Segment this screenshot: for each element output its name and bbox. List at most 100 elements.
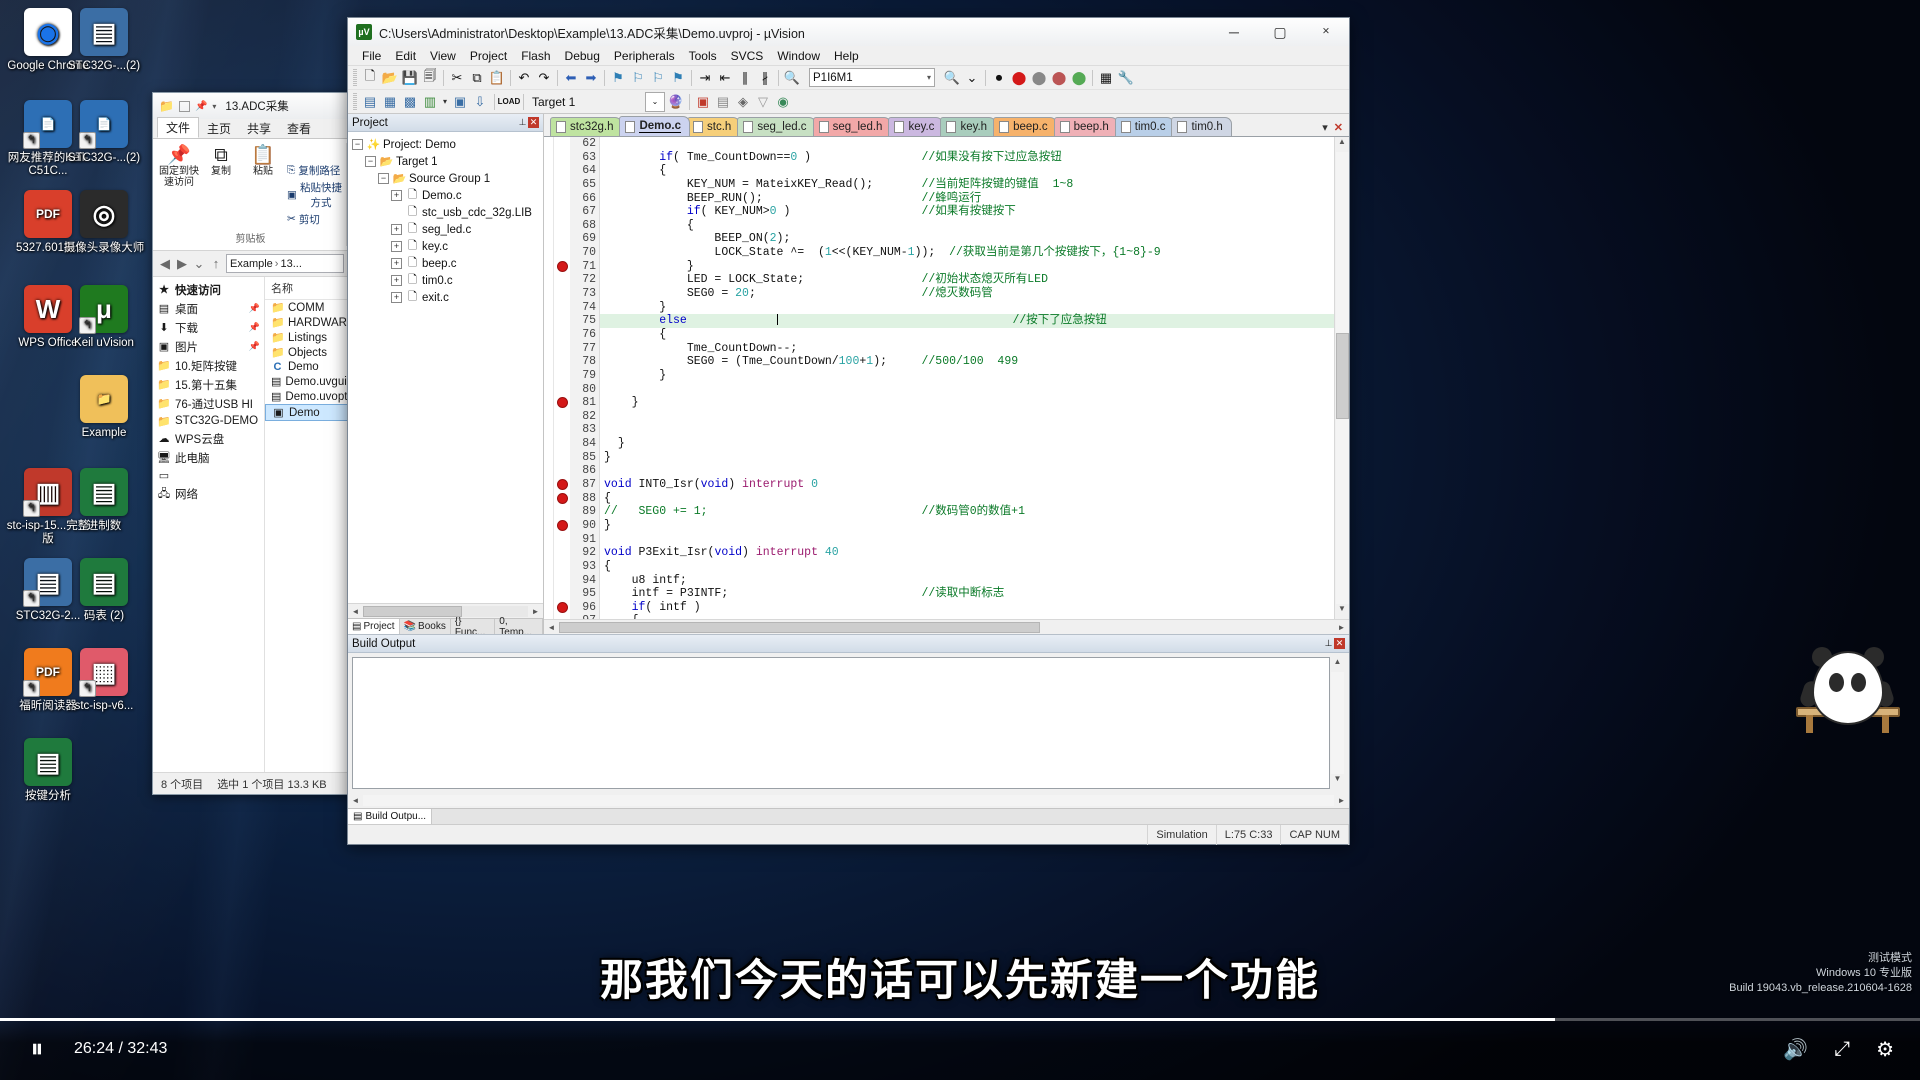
nav-item-3[interactable]: ▣ 图片 📌: [153, 337, 264, 356]
menu-item-view[interactable]: View: [423, 48, 463, 64]
dropdown-icon[interactable]: ▾: [212, 102, 216, 111]
rebuild-all-icon[interactable]: ▩: [400, 92, 420, 112]
hscroll-track[interactable]: [559, 621, 1334, 633]
window-layout-icon[interactable]: ▦: [1096, 68, 1116, 88]
build-output-text[interactable]: [352, 657, 1330, 789]
code-line[interactable]: else //按下了应急按钮: [600, 314, 1334, 328]
code-line[interactable]: [600, 410, 1334, 424]
code-line[interactable]: }: [600, 519, 1334, 533]
find-dropdown-icon[interactable]: ⌄: [962, 68, 982, 88]
explorer-ribbon-tab-0[interactable]: 文件: [157, 117, 200, 138]
desktop-icon-5[interactable]: ◎ 摄像头录像大师: [62, 190, 146, 255]
explorer-ribbon-tab-2[interactable]: 共享: [239, 119, 279, 138]
scroll-left-icon[interactable]: ◄: [348, 607, 363, 616]
file-list-item-4[interactable]: C Demo: [265, 360, 349, 374]
code-line[interactable]: if( intf ): [600, 601, 1334, 615]
code-line[interactable]: [600, 383, 1334, 397]
code-line[interactable]: {: [600, 492, 1334, 506]
tree-expander[interactable]: +: [391, 258, 402, 269]
desktop-icon-10[interactable]: ▤ 进制数: [62, 468, 146, 533]
menu-item-edit[interactable]: Edit: [388, 48, 423, 64]
code-line[interactable]: }: [600, 437, 1334, 451]
project-tree[interactable]: − ✨ Project: Demo − 📂 Target 1− 📂 Source Group …: [348, 132, 543, 603]
nav-item-9[interactable]: 🖥 此电脑: [153, 448, 264, 467]
desktop-icon-14[interactable]: ▦ stc-isp-v6...: [62, 648, 146, 713]
project-panel-tabs[interactable]: ▤ Project 📚 Books{} Func... 0, Temp...: [348, 616, 543, 634]
menu-item-flash[interactable]: Flash: [514, 48, 557, 64]
editor-tab-key-c[interactable]: key.c: [888, 117, 944, 136]
file-list-item-6[interactable]: ▤ Demo.uvopt: [265, 389, 349, 404]
breakpoint-marker[interactable]: [557, 492, 568, 504]
editor-tab-key-h[interactable]: key.h: [940, 117, 997, 136]
back-button[interactable]: ◀: [158, 256, 172, 272]
settings-icon[interactable]: ⚙: [1876, 1037, 1894, 1062]
code-text-area[interactable]: if( Tme_CountDown==0 ) //如果没有按下过应急按钮 { K…: [600, 137, 1334, 619]
desktop-icon-1[interactable]: ▤ STC32G-...(2): [62, 8, 146, 73]
editor-area[interactable]: stc32g.h Demo.c stc.h seg_led.c seg_led.h key…: [544, 114, 1349, 634]
bo-scroll-up-icon[interactable]: ▲: [1334, 657, 1342, 672]
menu-item-debug[interactable]: Debug: [558, 48, 607, 64]
multi-project-icon[interactable]: ▤: [713, 92, 733, 112]
up-button[interactable]: ↑: [209, 256, 223, 271]
code-line[interactable]: {: [600, 614, 1334, 619]
explorer-ribbon-tab-1[interactable]: 主页: [199, 119, 239, 138]
bo-hscroll-right-icon[interactable]: ►: [1334, 796, 1349, 805]
explorer-ribbon[interactable]: 📌 固定到快速访问 ⧉ 复制 📋 粘贴 ⎘ 复制路径 ▣ 粘贴快捷方式 ✂ 剪切 剪贴板: [153, 139, 349, 251]
editor-vscrollbar[interactable]: ▲ ▼: [1334, 137, 1349, 619]
breakpoint-gutter[interactable]: [554, 137, 570, 619]
bo-hscroll-left-icon[interactable]: ◄: [348, 796, 363, 805]
volume-icon[interactable]: 🔊: [1783, 1037, 1808, 1062]
navigate-forward-icon[interactable]: ➡: [581, 68, 601, 88]
maximize-button[interactable]: ▢: [1257, 18, 1303, 46]
source-browse-icon[interactable]: ◈: [733, 92, 753, 112]
video-control-bar[interactable]: ⏸ 26:24 / 32:43 🔊 ⤢ ⚙: [0, 1018, 1920, 1080]
file-list-item-2[interactable]: 📁 Listings: [265, 330, 349, 345]
project-hscrollbar[interactable]: ◄ ►: [348, 603, 543, 618]
nav-item-10[interactable]: ▭: [153, 467, 264, 483]
explorer-ribbon-tab-3[interactable]: 查看: [279, 119, 319, 138]
undo-icon[interactable]: ↶: [514, 68, 534, 88]
editor-tab-seg_led-c[interactable]: seg_led.c: [737, 117, 816, 136]
nav-item-2[interactable]: ⬇ 下载 📌: [153, 318, 264, 337]
scroll-right-icon[interactable]: ►: [528, 607, 543, 616]
forward-button[interactable]: ▶: [175, 256, 189, 272]
comment-icon[interactable]: ∥: [735, 68, 755, 88]
editor-tab-tim0-h[interactable]: tim0.h: [1171, 117, 1232, 136]
code-line[interactable]: [600, 137, 1334, 151]
insert-bp-icon[interactable]: ⬤: [1009, 68, 1029, 88]
menu-item-project[interactable]: Project: [463, 48, 514, 64]
navigate-back-icon[interactable]: ⬅: [561, 68, 581, 88]
file-list-item-0[interactable]: 📁 COMM: [265, 300, 349, 315]
build-icon[interactable]: ▤: [360, 92, 380, 112]
explorer-nav-pane[interactable]: ★ 快速访问 ▤ 桌面 📌 ⬇ 下载 📌 ▣ 图片 📌 📁 10.矩阵按键 📁 15.第十五集 📁 76-通过U…: [153, 277, 265, 772]
scroll-up-icon[interactable]: ▲: [1338, 137, 1346, 152]
clear-bookmarks-icon[interactable]: ⚑: [668, 68, 688, 88]
nav-item-8[interactable]: ☁ WPS云盘: [153, 429, 264, 448]
download-icon[interactable]: ⇩: [470, 92, 490, 112]
minimize-button[interactable]: ─: [1211, 18, 1257, 46]
menu-item-tools[interactable]: Tools: [682, 48, 724, 64]
find-in-files-icon[interactable]: 🔍: [782, 68, 802, 88]
target-options-icon[interactable]: 🔮: [666, 92, 686, 112]
code-line[interactable]: void P3Exit_Isr(void) interrupt 40: [600, 546, 1334, 560]
editor-tab-stc-h[interactable]: stc.h: [687, 117, 741, 136]
file-list-item-3[interactable]: 📁 Objects: [265, 345, 349, 360]
code-line[interactable]: }: [600, 369, 1334, 383]
stop-build-icon[interactable]: ▣: [450, 92, 470, 112]
manage-components-icon[interactable]: ▣: [693, 92, 713, 112]
editor-tab-stc32g-h[interactable]: stc32g.h: [550, 117, 623, 136]
vscroll-track[interactable]: [1335, 152, 1349, 604]
tree-node-7[interactable]: + 🗋 beep.c: [352, 255, 543, 272]
close-icon[interactable]: ✕: [528, 117, 539, 128]
tab-close-icon[interactable]: ✕: [1334, 121, 1343, 134]
breadcrumb-item-0[interactable]: Example: [230, 258, 273, 270]
editor-tab-bar[interactable]: stc32g.h Demo.c stc.h seg_led.c seg_led.h key…: [544, 114, 1349, 136]
editor-tab-tim0-c[interactable]: tim0.c: [1114, 117, 1175, 136]
pin-icon[interactable]: 📌: [249, 341, 260, 352]
batch-build-icon[interactable]: ▥: [420, 92, 440, 112]
scroll-down-icon[interactable]: ▼: [1338, 604, 1346, 619]
editor-tab-seg_led-h[interactable]: seg_led.h: [812, 117, 892, 136]
build-output-tab-0[interactable]: ▤ Build Outpu...: [348, 809, 433, 824]
checkbox-icon[interactable]: [178, 100, 190, 112]
new-file-icon[interactable]: 🗋: [360, 68, 380, 88]
